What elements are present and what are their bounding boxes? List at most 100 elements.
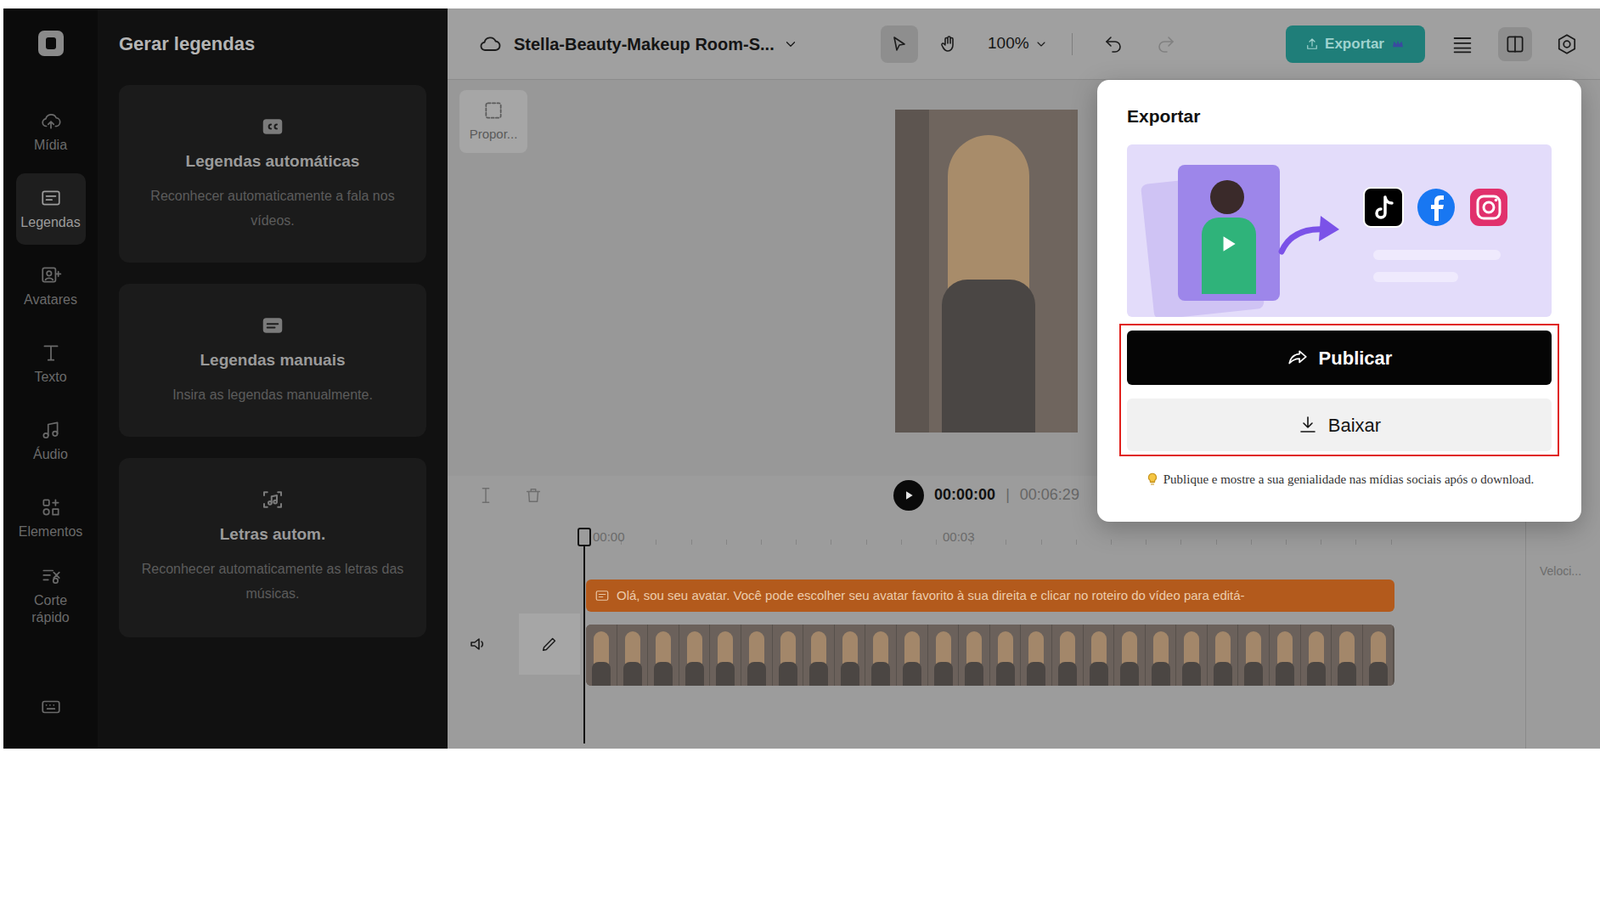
thumb-body	[1213, 661, 1233, 686]
download-icon	[1297, 414, 1319, 435]
thumb-body	[685, 661, 705, 686]
thumb-body	[715, 661, 735, 686]
project-name-dropdown[interactable]: Stella-Beauty-Makeup Room-S...	[513, 31, 799, 57]
thumb-figure	[655, 630, 671, 665]
thumb-figure	[1153, 630, 1169, 665]
manual-caption-icon	[259, 312, 286, 339]
thumb-body	[747, 661, 767, 686]
settings-button[interactable]	[1555, 33, 1578, 56]
volume-icon	[467, 633, 489, 654]
thumb-figure	[842, 630, 858, 665]
thumb-figure	[1091, 630, 1107, 665]
keyboard-button[interactable]	[39, 695, 62, 718]
layers-button[interactable]	[1450, 32, 1475, 57]
app-logo-icon[interactable]	[38, 30, 64, 57]
hint: Publique e mostre a sua genialidade nas …	[1126, 469, 1552, 490]
play-button[interactable]	[893, 479, 924, 511]
publish-button[interactable]: Publicar	[1126, 330, 1552, 385]
avatar-icon	[39, 264, 62, 287]
layers-icon	[1450, 32, 1475, 57]
download-button[interactable]: Baixar	[1126, 398, 1552, 451]
thumb-figure	[1028, 630, 1044, 665]
panel-title: Gerar legendas	[118, 32, 427, 57]
ruler-tick	[830, 539, 832, 545]
thumb-body	[1120, 661, 1139, 686]
rail-item[interactable]: Mídia	[16, 95, 86, 168]
rail-item[interactable]: Áudio	[16, 405, 86, 477]
ruler-tick	[1285, 539, 1287, 545]
redo-button[interactable]	[1149, 27, 1184, 62]
play-icon	[902, 489, 915, 502]
ruler-tick	[1320, 539, 1322, 545]
caption-clip[interactable]: Olá, sou seu avatar. Você pode escolher …	[585, 579, 1395, 612]
top-right-tools	[1450, 27, 1578, 62]
rail-label: Corte rápido	[16, 591, 86, 626]
thumb-body	[1089, 661, 1109, 686]
rail-item[interactable]: Avatares	[16, 250, 86, 322]
split-icon	[476, 485, 496, 505]
rail-label: Legendas	[20, 214, 80, 231]
timeline: 00:0000:03Olá, sou seu avatar. Você pode…	[447, 513, 1526, 749]
aspect-ratio-button[interactable]: Propor...	[459, 90, 528, 153]
time-separator: |	[1005, 483, 1010, 507]
caption-option-card[interactable]: Legendas manuaisInsira as legendas manua…	[118, 283, 427, 437]
mirror-area	[895, 109, 930, 433]
ruler-tick	[1355, 539, 1357, 545]
mute-button[interactable]	[467, 633, 489, 654]
video-thumbnail	[834, 624, 867, 686]
rail-label: Texto	[33, 368, 67, 386]
thumb-body	[1058, 661, 1077, 686]
rail-item[interactable]: Texto	[16, 327, 86, 400]
caption-option-card[interactable]: Legendas automáticasReconhecer automatic…	[118, 84, 427, 263]
delete-button[interactable]	[523, 485, 543, 505]
undo-button[interactable]	[1096, 27, 1131, 62]
ruler-tick	[655, 539, 657, 545]
card-description: Reconhecer automaticamente as letras das…	[139, 556, 406, 606]
upload-icon	[1304, 36, 1320, 52]
ruler-label: 00:03	[942, 527, 975, 547]
rail-item[interactable]: Elementos	[16, 482, 86, 554]
caption-option-card[interactable]: Letras autom.Reconhecer automaticamente …	[118, 457, 427, 637]
video-thumbnail	[679, 624, 711, 686]
facebook-icon	[1415, 186, 1457, 228]
ruler-tick	[726, 539, 727, 545]
panel-toggle-button[interactable]	[1498, 27, 1533, 62]
thumb-figure	[1245, 630, 1262, 665]
rail-item[interactable]: Legendas	[16, 173, 86, 245]
thumb-figure	[687, 630, 703, 665]
thumb-figure	[1308, 630, 1324, 665]
thumb-figure	[1370, 630, 1386, 665]
edit-track-button[interactable]	[518, 613, 581, 675]
split-button[interactable]	[476, 485, 496, 505]
playhead[interactable]	[582, 527, 586, 744]
video-thumbnail	[1363, 624, 1395, 686]
dialog-title: Exportar	[1126, 105, 1552, 128]
export-dialog: Exportar Publicar Baixar Publique e mostre …	[1097, 79, 1582, 522]
select-tool[interactable]	[880, 25, 919, 63]
thumb-figure	[1183, 630, 1200, 665]
ruler-tick	[1145, 539, 1147, 545]
speed-label: Veloci...	[1539, 562, 1600, 581]
zoom-dropdown[interactable]: 100%	[987, 31, 1048, 57]
video-thumbnail	[1052, 624, 1084, 686]
export-button[interactable]: Exportar	[1285, 25, 1426, 63]
canvas-tools: 100%	[880, 25, 1184, 63]
figure-body	[941, 279, 1036, 433]
thumb-figure	[749, 630, 765, 665]
video-thumbnail	[617, 624, 649, 686]
video-thumbnail	[1301, 624, 1333, 686]
video-card	[1177, 164, 1280, 301]
rail-item[interactable]: Corte rápido	[16, 559, 86, 631]
video-clip[interactable]	[585, 624, 1395, 686]
thumb-figure	[935, 630, 952, 665]
hand-tool[interactable]	[929, 25, 968, 63]
trash-icon	[523, 485, 543, 505]
thumb-figure	[811, 630, 827, 665]
card-title: Legendas manuais	[199, 349, 345, 371]
cc-icon	[259, 113, 286, 140]
thumb-figure	[1215, 630, 1231, 665]
aspect-ratio-icon	[482, 99, 505, 122]
captions-panel: Gerar legendas Legendas automáticasReconh…	[97, 8, 448, 749]
thumb-figure	[1059, 630, 1076, 665]
thumb-body	[1244, 661, 1263, 686]
